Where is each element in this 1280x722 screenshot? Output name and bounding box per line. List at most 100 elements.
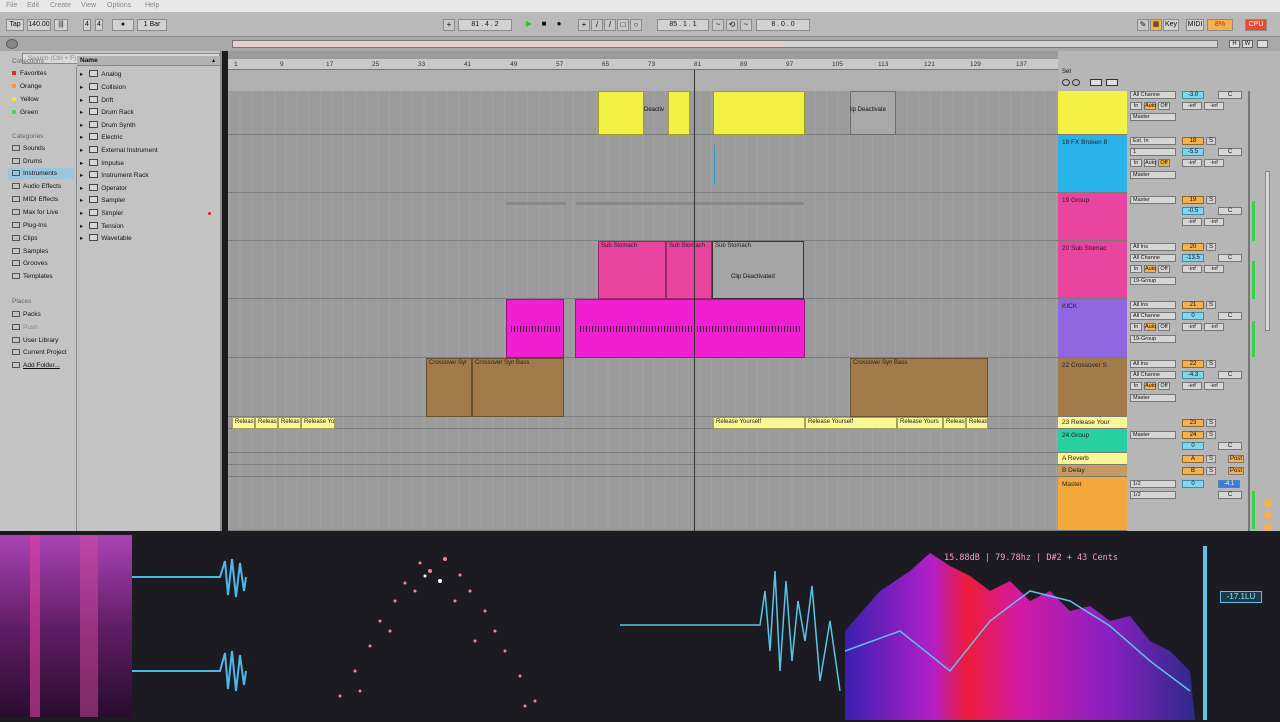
loop-length-field[interactable]: 8 . 0 . 0 — [756, 19, 810, 31]
resize-icon[interactable] — [1090, 79, 1102, 86]
output-dropdown[interactable]: Master — [1130, 196, 1176, 204]
clip[interactable]: Releas — [966, 417, 988, 429]
track-header[interactable]: 20 Sub Stomac — [1058, 241, 1127, 299]
time-signature-numerator[interactable]: 4 — [83, 19, 91, 31]
clip[interactable] — [575, 299, 805, 358]
track-volume[interactable]: 0 — [1182, 312, 1204, 320]
category-grooves[interactable]: Grooves — [12, 260, 48, 267]
play-button[interactable]: ▶ — [523, 19, 535, 31]
track-activator[interactable]: 24 — [1182, 431, 1204, 439]
input-type-dropdown[interactable]: All Ins — [1130, 360, 1176, 368]
scrub-area[interactable] — [228, 70, 1058, 91]
track-lane[interactable] — [228, 193, 1058, 241]
circle-icon[interactable] — [1062, 79, 1070, 86]
place-push[interactable]: Push — [12, 324, 38, 331]
track-header[interactable]: B Delay — [1058, 465, 1127, 477]
track-activator[interactable]: 23 — [1182, 419, 1204, 427]
monitor-in-button[interactable]: In — [1130, 265, 1142, 273]
track-pan[interactable]: C — [1218, 207, 1242, 215]
name-column-header[interactable]: Name — [80, 57, 98, 64]
browser-item[interactable]: ▸ Drum Rack — [80, 108, 134, 116]
track-pan[interactable]: C — [1218, 371, 1242, 379]
track-lane[interactable] — [228, 429, 1058, 453]
menu-create[interactable]: Create — [50, 2, 71, 9]
browser-item[interactable]: ▸ Collision — [80, 83, 126, 91]
clip[interactable]: Crossover Syr — [426, 358, 472, 417]
output-dropdown[interactable]: 19-Group — [1130, 277, 1176, 285]
place-current-project[interactable]: Current Project — [12, 349, 74, 356]
track-lane[interactable] — [228, 465, 1058, 477]
clip[interactable]: Release Yo — [301, 417, 335, 429]
category-plug-ins[interactable]: Plug-Ins — [12, 222, 47, 229]
tempo-nudge-icon[interactable]: ||| — [54, 19, 68, 31]
input-channel-dropdown[interactable]: 1 — [1130, 148, 1176, 156]
input-channel-dropdown[interactable]: All Channe — [1130, 91, 1176, 99]
overview-strip[interactable] — [232, 40, 1218, 48]
input-channel-dropdown[interactable]: All Channe — [1130, 254, 1176, 262]
hw-w-button[interactable]: W — [1242, 40, 1253, 48]
re-enable-automation-icon[interactable]: / — [604, 19, 616, 31]
monitor-auto-button[interactable]: Auto — [1144, 323, 1156, 331]
track-pan[interactable]: C — [1218, 442, 1242, 450]
clip[interactable]: Sub Stomach — [598, 241, 666, 299]
browser-item[interactable]: ▸ Operator — [80, 184, 127, 192]
solo-button[interactable]: S — [1206, 243, 1216, 251]
track-activator[interactable]: A — [1182, 455, 1204, 463]
menu-file[interactable]: File — [6, 2, 17, 9]
monitor-off-button[interactable]: Off — [1158, 265, 1170, 273]
category-midi-effects[interactable]: MIDI Effects — [12, 196, 58, 203]
track-lane[interactable]: Releas Releas Releas Release Yo Release … — [228, 417, 1058, 429]
zoom-icon[interactable] — [1264, 499, 1272, 507]
clip[interactable]: Release Yourself — [713, 417, 805, 429]
zoom-icon[interactable] — [1264, 523, 1272, 531]
monitor-auto-button[interactable]: Auto — [1144, 102, 1156, 110]
track-volume[interactable]: 0 — [1182, 442, 1204, 450]
collection-green[interactable]: Green — [12, 109, 38, 116]
arrangement-follow-icon[interactable]: + — [443, 19, 455, 31]
midi-map-button[interactable]: MIDI — [1186, 19, 1204, 31]
track-volume[interactable]: -5.5 — [1182, 148, 1204, 156]
solo-button[interactable]: S — [1206, 196, 1216, 204]
arrangement-overview[interactable]: H W — [0, 37, 1280, 51]
track-activator[interactable]: 18 — [1182, 137, 1204, 145]
place-add-folder[interactable]: Add Folder... — [12, 362, 60, 369]
overdub-icon[interactable]: + — [578, 19, 590, 31]
punch-in-icon[interactable]: ~ — [712, 19, 724, 31]
browser-item[interactable]: ▸ Simpler — [80, 209, 123, 217]
browser-toggle-icon[interactable] — [6, 39, 18, 49]
punch-out-icon[interactable]: ~ — [740, 19, 752, 31]
monitor-in-button[interactable]: In — [1130, 102, 1142, 110]
key-map-button[interactable]: Key — [1163, 19, 1179, 31]
track-header[interactable] — [1058, 91, 1127, 135]
computer-keyboard-icon[interactable]: ▦ — [1150, 19, 1162, 31]
solo-button[interactable]: S — [1206, 455, 1216, 463]
menu-edit[interactable]: Edit — [27, 2, 39, 9]
track-activator[interactable]: 19 — [1182, 196, 1204, 204]
browser-item[interactable]: ▸ External Instrument — [80, 146, 158, 154]
session-record-icon[interactable]: ○ — [630, 19, 642, 31]
track-pan[interactable]: C — [1218, 148, 1242, 156]
record-button[interactable]: ● — [553, 19, 565, 31]
monitor-off-button[interactable]: Off — [1158, 159, 1170, 167]
browser-item[interactable]: ▸ Wavetable — [80, 234, 132, 242]
category-clips[interactable]: Clips — [12, 235, 37, 242]
loop-switch-icon[interactable]: ⟲ — [726, 19, 738, 31]
clip[interactable]: Releas — [943, 417, 966, 429]
output-dropdown[interactable]: Master — [1130, 431, 1176, 439]
category-audio-effects[interactable]: Audio Effects — [12, 183, 61, 190]
track-activator[interactable]: 22 — [1182, 360, 1204, 368]
master-pan[interactable]: C — [1218, 491, 1242, 499]
track-header[interactable]: 24 Group — [1058, 429, 1127, 453]
metronome-button[interactable]: ● — [112, 19, 134, 31]
capture-midi-icon[interactable]: □ — [617, 19, 629, 31]
clip[interactable]: Crossover Syn Bass — [472, 358, 564, 417]
output-dropdown[interactable]: Master — [1130, 171, 1176, 179]
automation-arm-icon[interactable]: / — [591, 19, 603, 31]
menu-view[interactable]: View — [81, 2, 96, 9]
track-activator[interactable]: B — [1182, 467, 1204, 475]
monitor-auto-button[interactable]: Auto — [1144, 265, 1156, 273]
track-header[interactable]: Master — [1058, 477, 1127, 531]
master-output-dropdown[interactable]: 1/2 — [1130, 491, 1176, 499]
browser-item[interactable]: ▸ Analog — [80, 70, 122, 78]
collection-orange[interactable]: Orange — [12, 83, 42, 90]
